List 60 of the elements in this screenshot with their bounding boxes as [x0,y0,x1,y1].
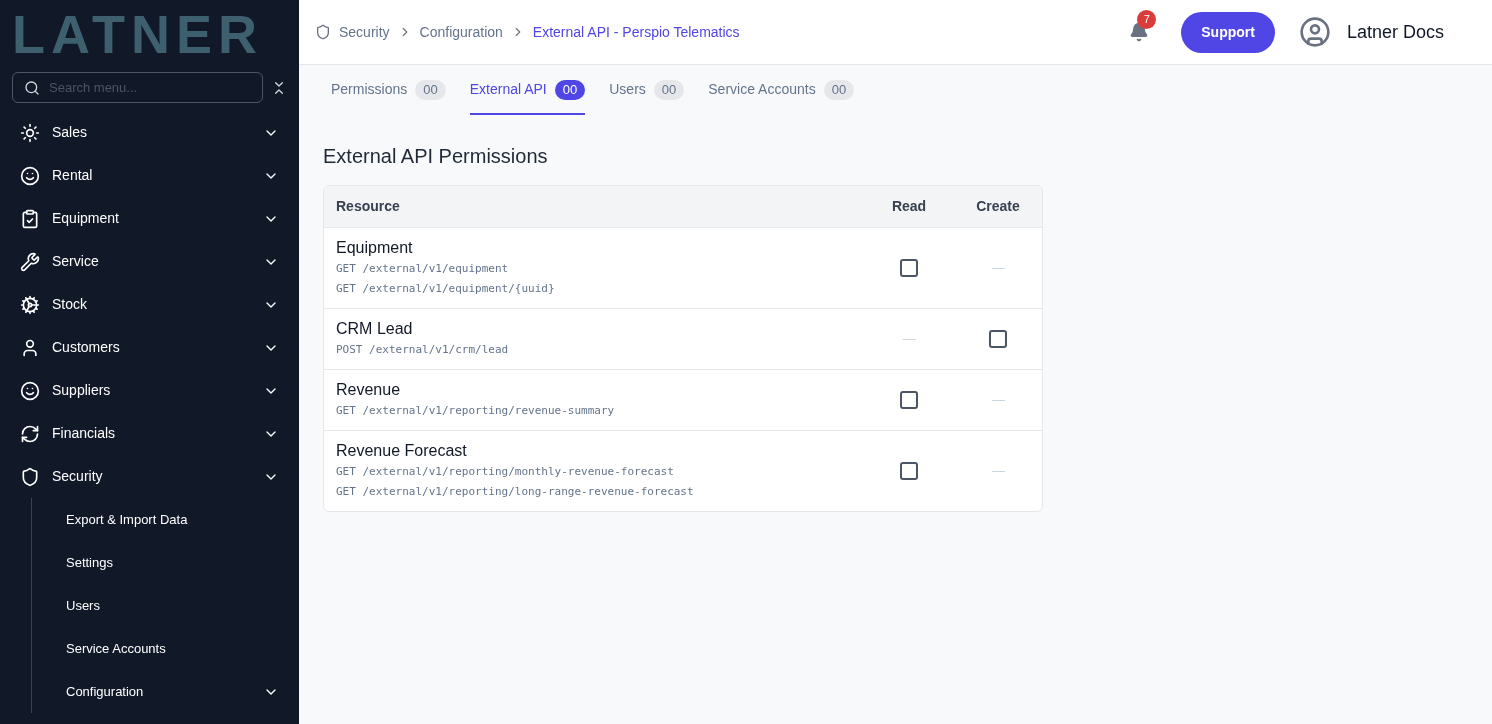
resource-name: Revenue Forecast [336,441,468,461]
sidebar-item[interactable]: Security [0,455,299,498]
sidebar-item[interactable]: Sales [0,111,299,154]
face-icon [20,165,40,186]
column-header: Create [975,197,1021,216]
dash-icon [991,399,1005,401]
sidebar-item[interactable]: Service [0,240,299,283]
tab[interactable]: External API 00 [469,79,586,115]
sidebar-item[interactable]: Customers [0,326,299,369]
resource-name: Revenue [336,380,402,400]
person-icon [20,337,40,358]
support-button[interactable]: Support [1181,11,1275,53]
search-icon [24,80,40,96]
user-name[interactable]: Latner Docs [1346,18,1444,46]
checkbox[interactable] [900,462,918,480]
checkbox[interactable] [900,391,918,409]
dash-icon [991,267,1005,269]
shield-icon [20,466,40,487]
cycle-arrows-icon [20,423,40,444]
sidebar-item[interactable]: Stock [0,283,299,326]
column-header: Resource [335,197,401,216]
sidebar-subitem[interactable]: Configuration [32,670,299,713]
tab[interactable]: Service Accounts 00 [708,79,855,115]
column-header: Read [890,197,928,216]
dash-icon [991,470,1005,472]
gear-icon [20,294,40,315]
endpoint-path: POST /external/v1/crm/lead [336,342,510,358]
breadcrumb-link[interactable]: Security [339,21,390,43]
tab[interactable]: Permissions 00 [331,79,446,115]
checkbox[interactable] [989,330,1007,348]
avatar-icon[interactable] [1298,16,1331,48]
endpoint-path: GET /external/v1/equipment/{uuid} [336,281,556,297]
tab[interactable]: Users 00 [609,79,685,115]
endpoint-path: GET /external/v1/reporting/revenue-summary [336,403,616,419]
wrench-icon [20,251,40,272]
face-icon [20,380,40,401]
search-field[interactable]: Search menu... [12,72,263,103]
section-title: External API Permissions [323,144,549,169]
sidebar-subitem[interactable]: Export & Import Data [32,498,299,541]
shield-icon [315,24,331,40]
resource-name: CRM Lead [336,319,414,339]
sidebar-item[interactable]: Equipment [0,197,299,240]
sidebar-item[interactable]: Financials [0,412,299,455]
breadcrumb-link[interactable]: External API - Perspio Telematics [532,21,740,43]
sidebar-subitem[interactable]: Service Accounts [32,627,299,670]
notification-badge: 7 [1137,10,1157,29]
endpoint-path: GET /external/v1/reporting/long-range-revenue-forecast [336,484,695,500]
sun-icon [20,122,40,143]
sidebar-item[interactable]: Rental [0,154,299,197]
breadcrumb-link[interactable]: Configuration [419,21,503,43]
dash-icon [902,338,916,340]
endpoint-path: GET /external/v1/equipment [336,261,510,277]
sidebar-subitem[interactable]: Settings [32,541,299,584]
clipboard-check-icon [20,208,40,229]
endpoint-path: GET /external/v1/reporting/monthly-revenue-forecast [336,464,675,480]
checkbox[interactable] [900,259,918,277]
logo: LATNER [12,4,263,64]
sidebar-item[interactable]: Suppliers [0,369,299,412]
sidebar-subitem[interactable]: Users [32,584,299,627]
resource-name: Equipment [336,238,414,258]
